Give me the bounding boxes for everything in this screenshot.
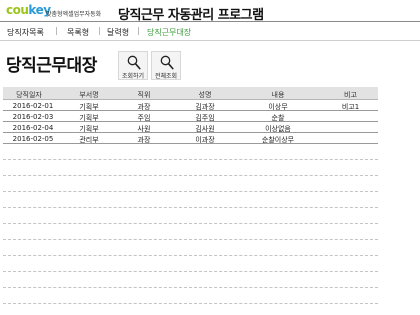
cell-date: 2016-02-03 bbox=[12, 113, 54, 121]
cell-department: 관리부 bbox=[79, 136, 99, 144]
cell-name: 이과장 bbox=[195, 136, 215, 144]
cell-position: 과장 bbox=[137, 136, 151, 144]
nav-divider bbox=[0, 40, 420, 41]
empty-row-line bbox=[3, 303, 378, 304]
table-row[interactable]: 2016-02-01 기획부 과장 김과장 이상무 비고1 bbox=[3, 100, 378, 111]
table-header: 당직일자 부서명 직위 성명 내용 비고 bbox=[3, 87, 378, 100]
empty-row-line bbox=[3, 239, 378, 240]
search-button[interactable]: 조회하기 bbox=[118, 51, 148, 80]
logo-part-1: cou bbox=[6, 3, 29, 17]
empty-row-line bbox=[3, 287, 378, 288]
cell-content: 순찰이상무 bbox=[261, 136, 295, 144]
empty-row-line bbox=[3, 159, 378, 160]
column-header-department: 부서명 bbox=[79, 91, 99, 99]
tagline: 맞춤형엑셀업무자동화 bbox=[46, 11, 102, 18]
column-header-name: 성명 bbox=[198, 91, 212, 99]
search-all-button-label: 전체조회 bbox=[154, 73, 178, 80]
nav-item-list-view[interactable]: 목록형 bbox=[67, 27, 89, 38]
top-nav: 당직자목록 | 목록형 | 달력형 | 당직근무대장 bbox=[0, 22, 420, 41]
nav-separator: | bbox=[98, 26, 101, 35]
nav-item-calendar-view[interactable]: 달력형 bbox=[107, 27, 129, 38]
column-header-position: 직위 bbox=[137, 91, 151, 99]
page-title: 당직근무대장 bbox=[6, 56, 97, 76]
empty-row-line bbox=[3, 175, 378, 176]
nav-item-duty-log[interactable]: 당직근무대장 bbox=[147, 27, 191, 38]
table-row[interactable]: 2016-02-05 관리부 과장 이과장 순찰이상무 bbox=[3, 133, 378, 144]
magnifier-icon bbox=[127, 55, 141, 70]
nav-separator: | bbox=[137, 26, 140, 35]
table-row[interactable]: 2016-02-03 기획부 주임 김주임 순찰 bbox=[3, 111, 378, 122]
magnifier-icon bbox=[160, 55, 174, 70]
search-all-button[interactable]: 전체조회 bbox=[151, 51, 181, 80]
nav-item-duty-list[interactable]: 당직자목록 bbox=[7, 27, 44, 38]
column-header-note: 비고 bbox=[344, 91, 357, 99]
empty-row-line bbox=[3, 223, 378, 224]
empty-row-line bbox=[3, 207, 378, 208]
empty-row-line bbox=[3, 271, 378, 272]
empty-row-line bbox=[3, 191, 378, 192]
cell-date: 2016-02-01 bbox=[12, 102, 54, 110]
empty-row-line bbox=[3, 255, 378, 256]
cell-date: 2016-02-04 bbox=[12, 124, 54, 132]
column-header-content: 내용 bbox=[271, 91, 285, 99]
table-row[interactable]: 2016-02-04 기획부 사원 김사원 이상없음 bbox=[3, 122, 378, 133]
coukey-logo: coukey bbox=[6, 3, 51, 17]
nav-separator: | bbox=[55, 26, 58, 35]
cell-date: 2016-02-05 bbox=[12, 135, 54, 143]
column-header-date: 당직일자 bbox=[16, 91, 42, 99]
app-header: coukey 맞춤형엑셀업무자동화 당직근무 자동관리 프로그램 bbox=[0, 0, 420, 23]
search-button-label: 조회하기 bbox=[121, 73, 145, 80]
